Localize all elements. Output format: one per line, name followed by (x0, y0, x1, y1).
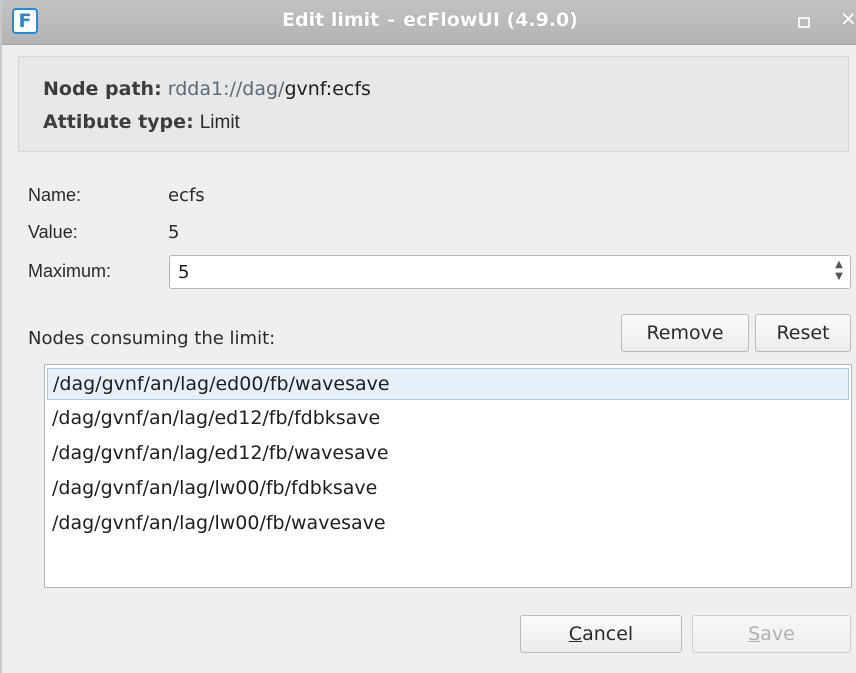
node-path-label: Node path (43, 78, 155, 100)
window-title-main: Edit limit (282, 9, 380, 31)
spin-down-icon[interactable]: ▼ (832, 271, 846, 283)
window-title: Edit limit - ecFlowUI (4.9.0) (2, 9, 856, 31)
attribute-type-value: Limit (199, 112, 240, 133)
nodes-consuming-label: Nodes consuming the limit: (28, 328, 276, 349)
window-title-app: ecFlowUI (4.9.0) (403, 9, 578, 31)
maximum-spinbox[interactable]: 5 ▲ ▼ (169, 255, 851, 289)
spin-arrows[interactable]: ▲ ▼ (832, 259, 846, 285)
list-item[interactable]: /dag/gvnf/an/lag/lw00/fb/wavesave (47, 508, 849, 540)
node-path-line: Node path: rdda1://dag/gvnf:ecfs (43, 78, 371, 100)
maximum-value[interactable]: 5 (178, 262, 189, 283)
reset-button[interactable]: Reset (755, 314, 851, 352)
info-panel: Node path: rdda1://dag/gvnf:ecfs Attibut… (18, 56, 849, 152)
save-mnemonic: S (748, 623, 761, 645)
node-path-prefix: rdda1://dag/ (167, 78, 285, 100)
cancel-mnemonic: C (568, 623, 583, 645)
maximize-icon[interactable] (798, 17, 810, 28)
list-item[interactable]: /dag/gvnf/an/lag/lw00/fb/fdbksave (47, 473, 849, 505)
name-value: ecfs (168, 185, 205, 206)
list-item[interactable]: /dag/gvnf/an/lag/ed00/fb/wavesave (47, 368, 849, 400)
attribute-type-colon: : (186, 111, 194, 133)
nodes-list[interactable]: /dag/gvnf/an/lag/ed00/fb/wavesave /dag/g… (44, 364, 852, 588)
edit-limit-dialog: F Edit limit - ecFlowUI (4.9.0) ✕ Node pat… (0, 0, 856, 673)
value-label: Value: (28, 222, 78, 242)
save-button[interactable]: Save (692, 615, 851, 653)
maximum-label: Maximum: (28, 261, 112, 281)
list-item[interactable]: /dag/gvnf/an/lag/ed12/fb/wavesave (47, 438, 849, 470)
save-label: ave (760, 623, 795, 645)
attribute-type-label: Attibute type (43, 111, 187, 133)
cancel-button[interactable]: Cancel (520, 615, 682, 653)
spin-up-icon[interactable]: ▲ (832, 259, 846, 271)
name-label: Name: (28, 185, 82, 205)
close-icon[interactable]: ✕ (840, 9, 856, 29)
window-title-separator: - (387, 9, 396, 31)
title-bar[interactable]: F Edit limit - ecFlowUI (4.9.0) ✕ (2, 0, 856, 45)
remove-button[interactable]: Remove (621, 314, 749, 352)
attribute-type-line: Attibute type: Limit (43, 111, 240, 134)
node-path-node: gvnf:ecfs (284, 78, 371, 100)
value-value: 5 (168, 222, 180, 243)
list-item[interactable]: /dag/gvnf/an/lag/ed12/fb/fdbksave (47, 403, 849, 435)
cancel-label: ancel (582, 623, 634, 645)
node-path-colon: : (154, 78, 162, 100)
